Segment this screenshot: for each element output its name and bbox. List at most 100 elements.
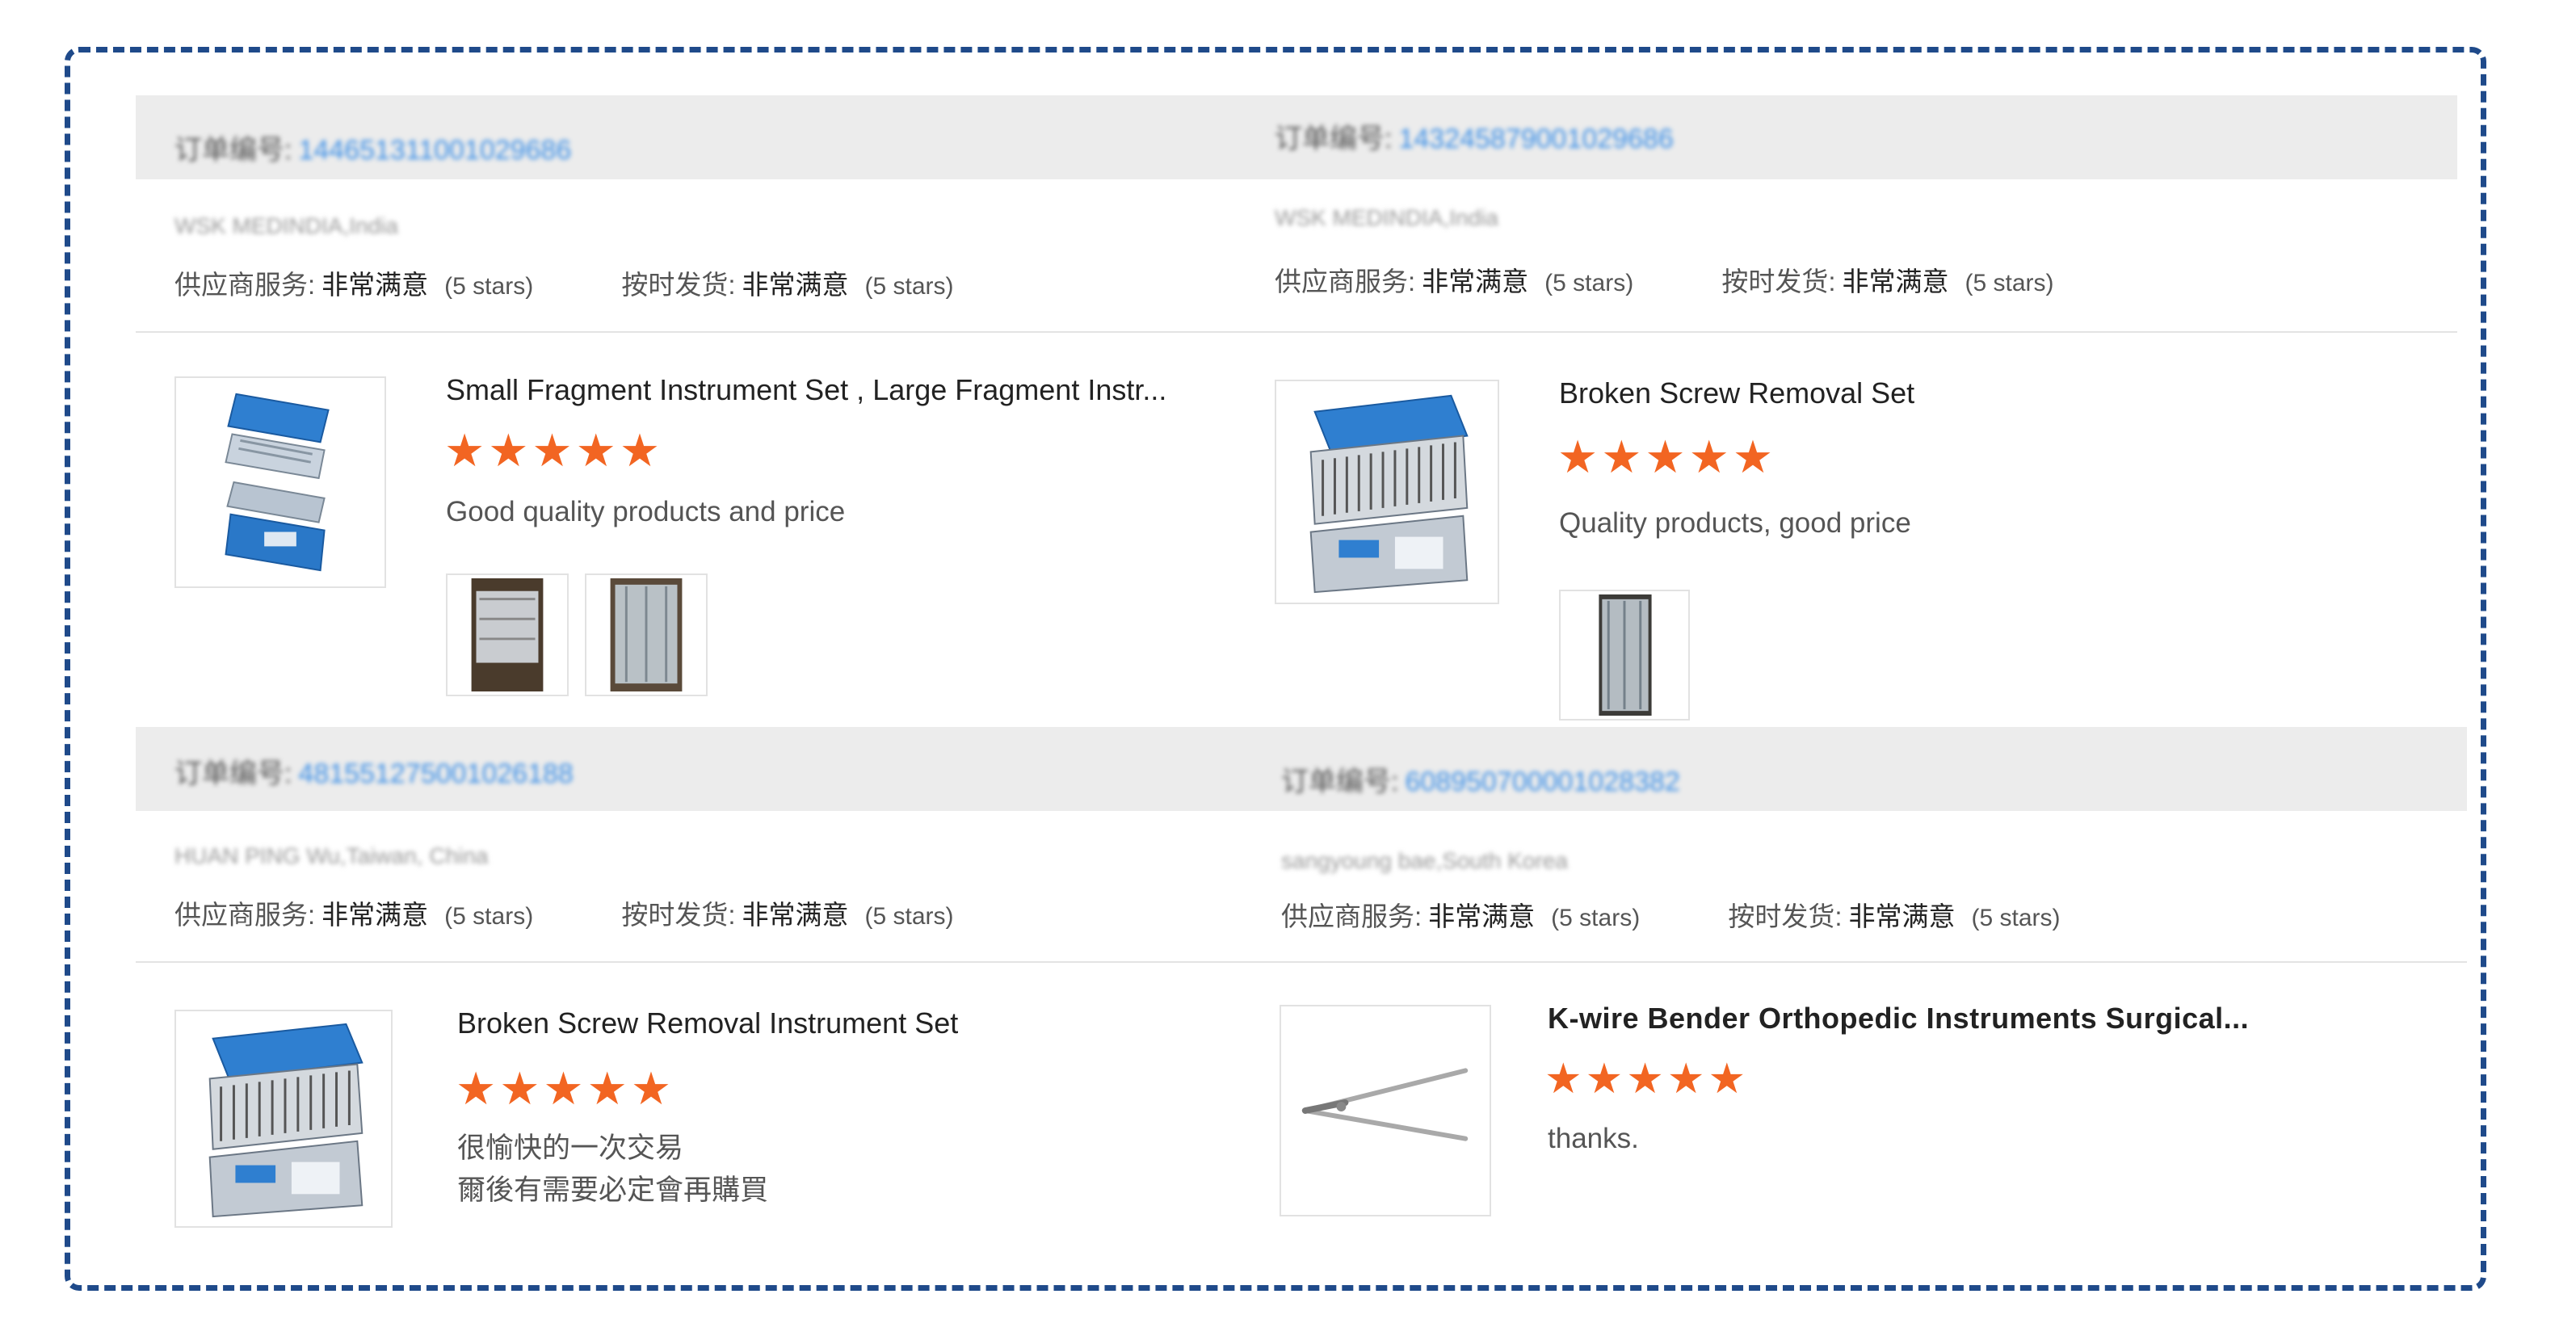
- on-time-delivery-label: 按时发货:: [621, 270, 736, 300]
- review-comment-line: thanks.: [1548, 1123, 1639, 1154]
- order-number-link[interactable]: 608950700001028382: [1405, 767, 1679, 797]
- product-title[interactable]: Broken Screw Removal Set: [1559, 376, 1914, 410]
- on-time-delivery-value: 非常满意: [742, 900, 849, 930]
- on-time-delivery-stars: (5 stars): [1965, 270, 2054, 296]
- review-panel-frame: [65, 47, 2486, 1291]
- seller-ratings: 供应商服务: 非常满意 (5 stars) 按时发货: 非常满意 (5 stars): [1281, 895, 2061, 934]
- buyer-name: WSK MEDINDIA,India: [1275, 205, 1498, 230]
- star-icon: ★: [575, 425, 620, 476]
- on-time-delivery-label: 按时发货:: [1721, 267, 1836, 296]
- instrument-tray-icon: [208, 1023, 363, 1218]
- star-icon: ★: [488, 425, 532, 476]
- star-icon: ★: [1666, 1056, 1708, 1103]
- order-number-label: 订单编号:: [1281, 767, 1399, 797]
- supplier-service-value: 非常满意: [321, 900, 429, 930]
- order-number-label: 订单编号:: [174, 758, 292, 789]
- buyer-name: sangyoung bae,South Korea: [1281, 848, 1568, 873]
- divider: [136, 331, 1242, 333]
- divider: [1242, 331, 2457, 333]
- star-icon: ★: [1708, 1056, 1750, 1103]
- on-time-delivery-value: 非常满意: [742, 270, 849, 300]
- star-icon: ★: [499, 1063, 544, 1114]
- review-comment: Good quality products and price: [446, 491, 845, 533]
- on-time-delivery-value: 非常满意: [1842, 267, 1949, 296]
- order-number-link[interactable]: 143245879001029686: [1398, 124, 1673, 154]
- star-rating: ★★★★★: [1544, 1058, 1749, 1100]
- buyer-name: WSK MEDINDIA,India: [174, 213, 398, 238]
- order-number-label: 订单编号:: [1275, 124, 1393, 154]
- product-title[interactable]: Small Fragment Instrument Set , Large Fr…: [446, 373, 1166, 407]
- order-header: 订单编号: 143245879001029686: [1242, 95, 2457, 179]
- photo-image: [471, 578, 544, 692]
- star-icon: ★: [1645, 431, 1689, 482]
- supplier-service-label: 供应商服务:: [174, 900, 316, 930]
- on-time-delivery-value: 非常满意: [1848, 901, 1956, 931]
- supplier-service-stars: (5 stars): [1544, 270, 1634, 296]
- supplier-service-label: 供应商服务:: [174, 270, 316, 300]
- review-comment-line: Good quality products and price: [446, 496, 846, 527]
- supplier-service-value: 非常满意: [321, 270, 429, 300]
- star-icon: ★: [1732, 431, 1777, 482]
- supplier-service-stars: (5 stars): [1551, 905, 1641, 931]
- supplier-service-label: 供应商服务:: [1275, 267, 1416, 296]
- star-icon: ★: [1557, 431, 1602, 482]
- order-number-link[interactable]: 481551275001026188: [298, 758, 573, 789]
- star-icon: ★: [1688, 431, 1733, 482]
- instrument-tray-icon: [1309, 394, 1469, 594]
- review-comment: 很愉快的一次交易 爾後有需要必定會再購買: [457, 1128, 768, 1212]
- supplier-service-label: 供应商服务:: [1281, 901, 1422, 931]
- on-time-delivery-label: 按时发货:: [621, 900, 736, 930]
- star-icon: ★: [619, 425, 664, 476]
- photo-image: [610, 578, 683, 692]
- buyer-name: HUAN PING Wu,Taiwan, China: [174, 843, 489, 868]
- order-number-label: 订单编号:: [174, 135, 292, 166]
- star-icon: ★: [1585, 1056, 1627, 1103]
- review-photo[interactable]: [1559, 590, 1690, 721]
- star-icon: ★: [1601, 431, 1645, 482]
- review-photo[interactable]: [585, 573, 708, 696]
- on-time-delivery-stars: (5 stars): [864, 273, 954, 300]
- wire-bender-icon: [1301, 1068, 1469, 1141]
- seller-ratings: 供应商服务: 非常满意 (5 stars) 按时发货: 非常满意 (5 stars): [174, 893, 954, 932]
- on-time-delivery-stars: (5 stars): [1971, 905, 2061, 931]
- supplier-service-stars: (5 stars): [444, 273, 534, 300]
- star-icon: ★: [630, 1063, 675, 1114]
- review-photo[interactable]: [446, 573, 569, 696]
- product-thumbnail[interactable]: [174, 376, 386, 588]
- star-icon: ★: [532, 425, 576, 476]
- review-comment: thanks.: [1548, 1118, 1639, 1160]
- photo-image: [1599, 594, 1652, 716]
- star-rating: ★★★★★: [1557, 435, 1776, 480]
- product-thumbnail[interactable]: [1280, 1005, 1491, 1216]
- review-comment: Quality products, good price: [1559, 502, 1911, 544]
- seller-ratings: 供应商服务: 非常满意 (5 stars) 按时发货: 非常满意 (5 stars): [1275, 260, 2054, 299]
- on-time-delivery-label: 按时发货:: [1728, 901, 1843, 931]
- order-header: 订单编号: 481551275001026188: [136, 727, 1242, 811]
- divider: [1242, 961, 2467, 963]
- seller-ratings: 供应商服务: 非常满意 (5 stars) 按时发货: 非常满意 (5 stars): [174, 263, 954, 302]
- star-rating: ★★★★★: [444, 428, 663, 473]
- star-icon: ★: [444, 425, 489, 476]
- order-number-link[interactable]: 144651311001029686: [298, 135, 571, 166]
- star-icon: ★: [543, 1063, 587, 1114]
- review-comment-line: 很愉快的一次交易: [457, 1132, 684, 1164]
- product-thumbnail[interactable]: [1275, 380, 1499, 604]
- supplier-service-value: 非常满意: [1422, 267, 1529, 296]
- product-title[interactable]: K-wire Bender Orthopedic Instruments Sur…: [1548, 1002, 2249, 1036]
- star-rating: ★★★★★: [456, 1066, 674, 1111]
- on-time-delivery-stars: (5 stars): [864, 903, 954, 930]
- supplier-service-value: 非常满意: [1428, 901, 1536, 931]
- product-title[interactable]: Broken Screw Removal Instrument Set: [457, 1006, 958, 1040]
- supplier-service-stars: (5 stars): [444, 903, 534, 930]
- star-icon: ★: [456, 1063, 500, 1114]
- star-icon: ★: [1626, 1056, 1667, 1103]
- star-icon: ★: [1544, 1056, 1586, 1103]
- order-header: 订单编号: 608950700001028382: [1242, 727, 2467, 811]
- review-comment-line: 爾後有需要必定會再購買: [457, 1174, 769, 1206]
- star-icon: ★: [586, 1063, 631, 1114]
- order-header: 订单编号: 144651311001029686: [136, 95, 1242, 179]
- instrument-case-icon: [225, 393, 330, 572]
- divider: [136, 961, 1242, 963]
- review-comment-line: Quality products, good price: [1559, 507, 1911, 539]
- product-thumbnail[interactable]: [174, 1010, 393, 1228]
